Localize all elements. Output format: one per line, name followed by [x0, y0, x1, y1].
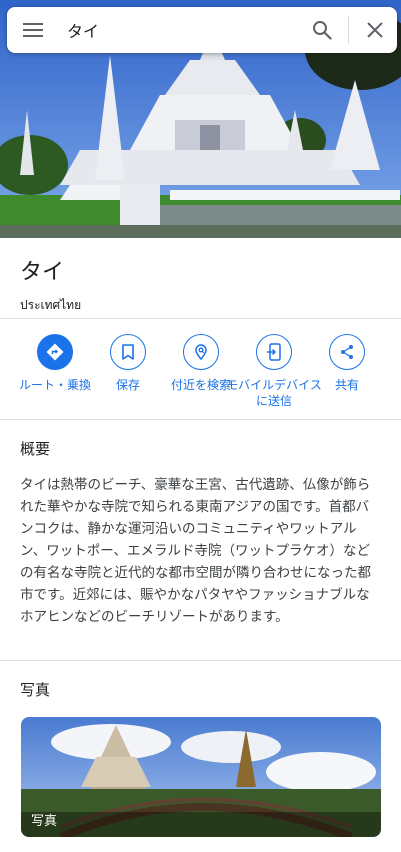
photo-thumbnail — [21, 717, 381, 837]
action-bar: ルート・乗換 保存 付近を検索 モバイルデバイスに送信 共有 — [0, 334, 401, 414]
place-subtitle: ประเทศไทย — [20, 298, 82, 312]
place-header: タイ ประเทศไทย — [20, 254, 81, 315]
search-input[interactable]: タイ — [59, 18, 300, 42]
close-icon — [367, 22, 383, 38]
divider — [0, 419, 401, 420]
photos-title: 写真 — [20, 681, 51, 699]
bookmark-icon — [122, 344, 134, 360]
overview-description: タイは熱帯のビーチ、豪華な王宮、古代遺跡、仏像が飾られた華やかな寺院で知られる東… — [20, 477, 371, 625]
search-bar: タイ — [7, 7, 397, 53]
menu-button[interactable] — [7, 7, 59, 53]
nearby-search-label: 付近を検索 — [170, 378, 231, 392]
save-label: 保存 — [115, 378, 140, 392]
divider — [0, 318, 401, 319]
menu-icon — [23, 23, 43, 37]
share-button[interactable]: 共有 — [297, 334, 397, 393]
photo-card[interactable]: 写真 — [21, 717, 381, 837]
send-to-phone-icon — [267, 343, 281, 361]
search-icon — [313, 21, 332, 40]
place-name: タイ — [20, 260, 65, 285]
search-button[interactable] — [300, 7, 344, 53]
nearby-search-icon — [195, 344, 207, 361]
share-label: 共有 — [334, 378, 359, 392]
directions-icon — [46, 343, 64, 361]
overview-title: 概要 — [20, 440, 51, 458]
share-icon — [341, 345, 353, 359]
search-divider — [348, 16, 349, 44]
clear-search-button[interactable] — [353, 7, 397, 53]
divider — [0, 660, 401, 661]
photo-label: 写真 — [31, 814, 58, 829]
